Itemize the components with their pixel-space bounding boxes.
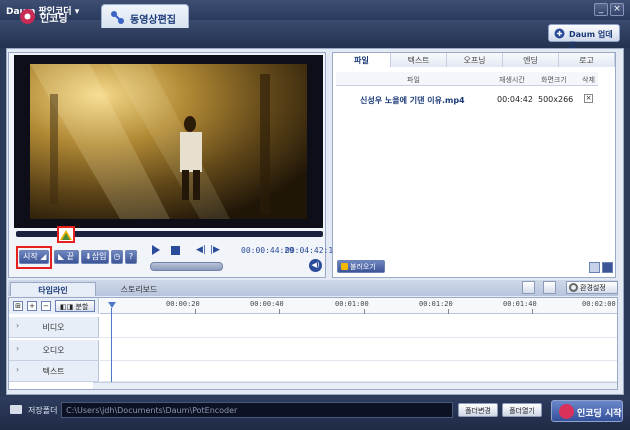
insert-label: 삽입 <box>91 252 107 261</box>
playhead-marker[interactable] <box>108 302 116 308</box>
tab-text[interactable]: 텍스트 <box>391 53 447 67</box>
open-file-button[interactable]: 불러오기 <box>337 260 385 273</box>
expand-icon[interactable]: › <box>16 344 19 353</box>
ruler-tick <box>532 309 533 314</box>
expand-icon[interactable]: › <box>16 321 19 330</box>
zoom-in-icon[interactable]: + <box>27 301 37 311</box>
settings-label: 환경설정 <box>580 284 606 292</box>
save-path-field[interactable]: C:\Users\jdh\Documents\Daum\PotEncoder <box>61 402 453 418</box>
set-start-label: 시작 <box>23 252 38 261</box>
track-audio[interactable]: › 오디오 <box>9 340 99 361</box>
list-view-icon[interactable] <box>602 262 613 273</box>
tab-video-edit[interactable]: 동영상편집 <box>101 4 189 28</box>
playhead-line <box>111 308 112 382</box>
split-button[interactable]: ◧◨ 분할 <box>55 300 95 312</box>
ruler-tick-label: 00:01:20 <box>419 300 453 308</box>
minimize-button[interactable]: _ <box>594 3 608 16</box>
tab-encoding-label: 인코딩 <box>40 14 68 25</box>
change-folder-button[interactable]: 폴더변경 <box>458 403 498 417</box>
ruler-tick-label: 00:02:00 <box>582 300 616 308</box>
stop-icon[interactable] <box>171 246 180 255</box>
seek-thumb[interactable] <box>57 226 75 243</box>
file-resolution: 500x266 <box>538 95 574 104</box>
save-icon[interactable] <box>543 281 556 294</box>
ruler-tick <box>195 309 196 314</box>
encoding-icon <box>559 404 574 419</box>
close-button[interactable]: × <box>610 3 624 16</box>
expand-icon[interactable]: › <box>16 365 19 374</box>
track-audio-label: 오디오 <box>42 346 65 355</box>
next-frame-icon[interactable]: |▶ <box>210 245 220 255</box>
seek-thumb-icon <box>60 230 72 240</box>
file-duration: 00:04:42 <box>497 95 533 104</box>
tab-logo[interactable]: 로고 <box>559 53 615 67</box>
header-delete: 삭제 <box>582 76 595 84</box>
set-end-label: 끝 <box>66 252 75 261</box>
ruler-tick-label: 00:00:20 <box>166 300 200 308</box>
speed-slider[interactable] <box>150 262 223 271</box>
track-video-label: 비디오 <box>42 323 65 332</box>
tab-storyboard[interactable]: 스토리보드 <box>98 282 180 296</box>
ruler-tick-label: 00:00:40 <box>250 300 284 308</box>
set-start-button[interactable]: 시작 ◢ <box>19 250 49 264</box>
encoding-icon <box>20 9 35 24</box>
help-button[interactable]: ? <box>125 250 137 264</box>
folder-icon <box>10 405 22 414</box>
ruler-tick <box>279 309 280 314</box>
folder-open-icon[interactable] <box>522 281 535 294</box>
ruler-tick <box>364 309 365 314</box>
start-encoding-button[interactable]: 인코딩 시작 <box>551 400 623 422</box>
settings-button[interactable]: 환경설정 <box>566 281 618 294</box>
track-text-label: 텍스트 <box>42 367 65 376</box>
tab-video-edit-label: 동영상편집 <box>130 15 176 26</box>
video-edit-icon <box>111 11 124 24</box>
tab-encoding[interactable]: 인코딩 <box>12 4 92 28</box>
zoom-out-icon[interactable]: − <box>41 301 51 311</box>
tab-timeline[interactable]: 타임라인 <box>10 282 96 296</box>
play-icon[interactable] <box>152 245 160 255</box>
daum-update-button[interactable]: Daum 업데드 <box>548 24 620 50</box>
start-encoding-label: 인코딩 시작 <box>577 409 622 419</box>
header-duration: 재생시간 <box>499 76 525 84</box>
video-frame-image <box>30 64 307 219</box>
remove-file-icon[interactable]: × <box>584 94 593 103</box>
set-end-button[interactable]: ◣ 끝 <box>54 250 79 264</box>
header-resolution: 화면크기 <box>541 76 567 84</box>
track-text[interactable]: › 텍스트 <box>9 361 99 382</box>
video-preview[interactable] <box>14 55 323 228</box>
track-video[interactable]: › 비디오 <box>9 317 99 338</box>
total-time: 00:04:42:12 <box>285 246 338 255</box>
title-bar: Daum 팟인코더 ▾ _ × <box>0 0 630 20</box>
split-label: 분할 <box>75 303 89 311</box>
fit-icon[interactable]: ⊞ <box>13 301 23 311</box>
update-icon <box>554 28 565 39</box>
volume-icon[interactable]: ◀) <box>309 259 322 272</box>
tab-opening[interactable]: 오프닝 <box>447 53 503 67</box>
main-tab-strip <box>0 20 630 48</box>
tab-ending[interactable]: 엔딩 <box>503 53 559 67</box>
open-folder-button[interactable]: 폴더열기 <box>502 403 542 417</box>
clock-icon[interactable]: ◷ <box>111 250 123 264</box>
ruler-tick <box>448 309 449 314</box>
add-icon <box>341 263 348 270</box>
timeline-scrollbar[interactable] <box>93 382 617 389</box>
audio-track-row[interactable] <box>100 340 617 361</box>
video-track-row[interactable] <box>100 317 617 338</box>
text-track-row[interactable] <box>100 361 617 382</box>
save-folder-label: 저장폴더 <box>28 406 58 415</box>
previous-frame-icon[interactable]: ◀| <box>196 245 206 255</box>
open-file-label: 불러오기 <box>350 263 376 271</box>
file-name[interactable]: 신성우 노을에 기댄 이유.mp4 <box>360 95 465 106</box>
grid-view-icon[interactable] <box>589 262 600 273</box>
ruler-tick-label: 00:01:40 <box>503 300 537 308</box>
ruler-tick-label: 00:01:00 <box>335 300 369 308</box>
header-file: 파일 <box>407 76 420 84</box>
gear-icon <box>569 283 578 292</box>
insert-button[interactable]: ⬇삽입 <box>81 250 109 264</box>
tab-file[interactable]: 파일 <box>333 53 391 67</box>
